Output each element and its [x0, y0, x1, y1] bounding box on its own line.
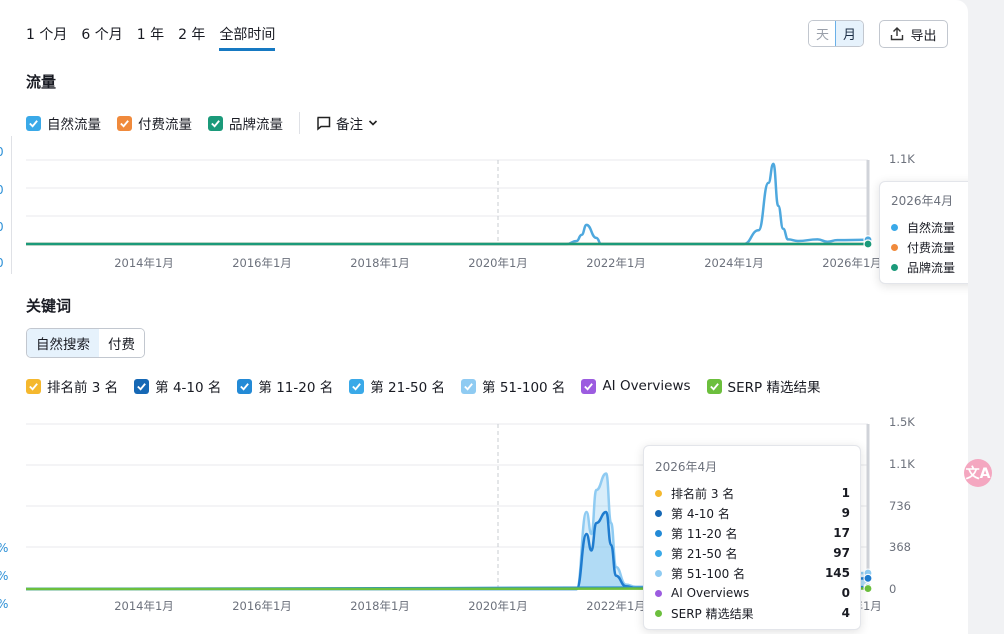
tooltip-label: SERP 精选结果 — [671, 606, 754, 621]
tooltip-row: 自然流量56 — [891, 217, 968, 237]
main-panel: 0 0 0 0 % % % 1 个月 6 个月 1 年 2 年 全部时间 天 月… — [0, 0, 968, 634]
y-tick-label: 1.5K — [889, 415, 915, 429]
tooltip-row: SERP 精选结果 4 — [655, 603, 850, 623]
tooltip-label: 第 51-100 名 — [671, 566, 746, 581]
tooltip-label: 付费流量 — [907, 240, 956, 255]
series-dot — [655, 489, 662, 497]
tooltip-row: 排名前 3 名 1 — [655, 483, 850, 503]
series-dot — [891, 243, 898, 251]
traffic-tooltip: 2026年4月 自然流量56付费流量0品牌流量0 — [879, 181, 968, 284]
series-point — [863, 573, 873, 583]
translate-icon[interactable]: 文A — [964, 459, 992, 487]
tooltip-value: 9 — [841, 506, 850, 520]
y-tick-label: 368 — [889, 540, 911, 554]
tooltip-value: 145 — [824, 566, 850, 580]
series-dot — [891, 263, 898, 271]
tooltip-value: 0 — [841, 586, 850, 600]
tooltip-label: 品牌流量 — [907, 260, 956, 275]
y-tick-label: 1.1K — [889, 457, 915, 471]
tooltip-row: 付费流量0 — [891, 237, 968, 257]
series-dot — [655, 609, 662, 617]
tooltip-label: 第 4-10 名 — [671, 506, 730, 521]
x-tick-label: 2016年1月 — [232, 599, 292, 613]
y-tick-label: 0 — [889, 582, 896, 596]
series-dot — [655, 549, 662, 557]
tooltip-row: 第 4-10 名 9 — [655, 503, 850, 523]
tooltip-date: 2026年4月 — [891, 194, 954, 208]
tooltip-value: 97 — [833, 546, 850, 560]
tooltip-value: 17 — [833, 526, 850, 540]
tooltip-row: 第 51-100 名 145 — [655, 563, 850, 583]
tooltip-label: 第 21-50 名 — [671, 546, 738, 561]
series-dot — [891, 223, 898, 231]
page-scroll-rail[interactable] — [968, 0, 1004, 634]
x-tick-label: 2018年1月 — [350, 599, 410, 613]
tooltip-value: 4 — [841, 606, 850, 620]
tooltip-date: 2026年4月 — [655, 460, 718, 474]
tooltip-row: AI Overviews 0 — [655, 583, 850, 603]
tooltip-row: 第 21-50 名 97 — [655, 543, 850, 563]
x-tick-label: 2014年1月 — [114, 599, 174, 613]
tooltip-value: 1 — [841, 486, 850, 500]
keywords-tooltip: 2026年4月 排名前 3 名 1 第 4-10 名 9 第 11-20 名 17 第 21… — [643, 445, 861, 630]
x-tick-label: 2022年1月 — [586, 599, 646, 613]
series-dot — [655, 589, 662, 597]
x-tick-label: 2020年1月 — [468, 599, 528, 613]
series-dot — [655, 529, 662, 537]
tooltip-label: 自然流量 — [907, 220, 956, 235]
series-point — [863, 583, 873, 594]
tooltip-label: AI Overviews — [671, 586, 750, 600]
tooltip-label: 第 11-20 名 — [671, 526, 738, 541]
y-tick-label: 736 — [889, 499, 911, 513]
series-dot — [655, 569, 662, 577]
tooltip-row: 品牌流量0 — [891, 257, 968, 277]
series-dot — [655, 509, 662, 517]
tooltip-row: 第 11-20 名 17 — [655, 523, 850, 543]
tooltip-label: 排名前 3 名 — [671, 486, 735, 501]
